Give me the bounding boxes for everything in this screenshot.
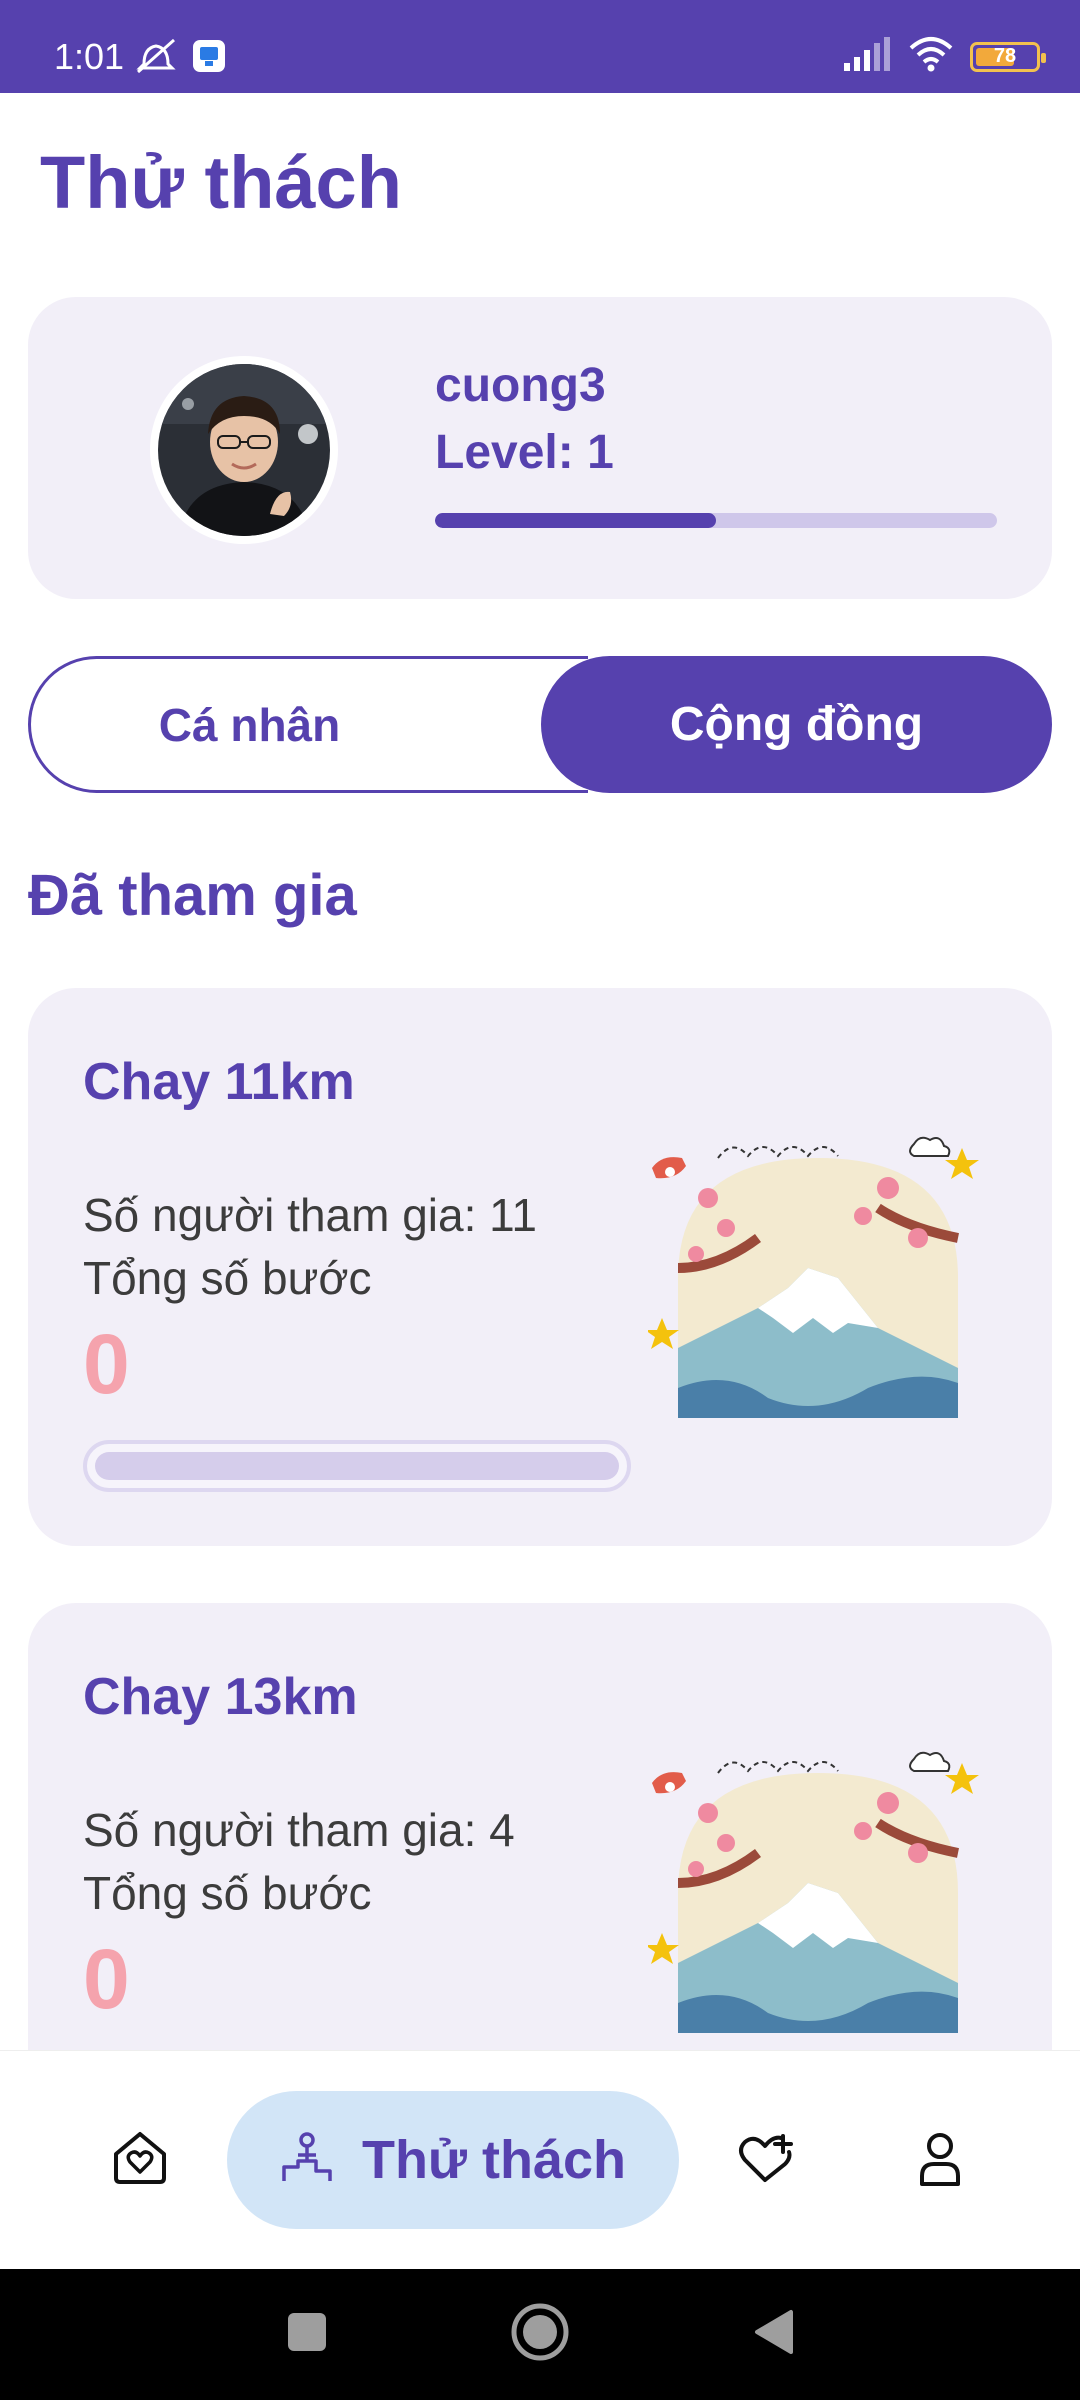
challenge-title: Chay 11km bbox=[83, 1053, 355, 1111]
status-bar: 1:01 78 bbox=[0, 0, 1080, 93]
tab-personal[interactable]: Cá nhân bbox=[28, 656, 588, 793]
challenge-title: Chay 13km bbox=[83, 1668, 358, 1726]
circle-icon bbox=[510, 2302, 570, 2367]
challenge-steps-label: Tổng số bước bbox=[83, 1252, 372, 1304]
challenge-participants: Số người tham gia: 4 bbox=[83, 1804, 515, 1856]
nav-challenge-label: Thử thách bbox=[361, 2130, 627, 2190]
page-title: Thử thách bbox=[40, 141, 402, 224]
home-button[interactable] bbox=[503, 2269, 577, 2400]
battery-icon: 78 bbox=[970, 41, 1046, 72]
nav-home[interactable] bbox=[100, 2051, 180, 2270]
wifi-icon bbox=[908, 36, 954, 77]
avatar[interactable] bbox=[150, 356, 338, 544]
level-progress-bar bbox=[435, 513, 997, 528]
level-label: Level: 1 bbox=[435, 426, 614, 479]
challenge-steps-value: 0 bbox=[83, 1932, 130, 2026]
system-navigation-bar bbox=[0, 2269, 1080, 2400]
tab-community-label: Cộng đồng bbox=[669, 698, 924, 751]
mountain-illustration bbox=[645, 1733, 988, 2053]
heart-plus-icon bbox=[735, 2128, 795, 2193]
tab-switcher: Cá nhân Cộng đồng bbox=[28, 656, 1052, 793]
nav-challenge[interactable]: Thử thách bbox=[227, 2091, 679, 2229]
username: cuong3 bbox=[435, 359, 606, 412]
nav-health[interactable] bbox=[725, 2051, 805, 2270]
challenge-progress-bar bbox=[83, 1440, 631, 1492]
bottom-navigation: Thử thách bbox=[0, 2050, 1080, 2269]
level-progress-fill bbox=[435, 513, 716, 528]
signal-icon bbox=[842, 37, 892, 76]
app-notification-icon bbox=[192, 39, 226, 78]
tab-community[interactable]: Cộng đồng bbox=[541, 656, 1052, 793]
user-icon bbox=[910, 2128, 970, 2193]
nav-profile[interactable] bbox=[900, 2051, 980, 2270]
tab-personal-label: Cá nhân bbox=[158, 698, 341, 751]
section-title: Đã tham gia bbox=[28, 863, 357, 928]
home-heart-icon bbox=[110, 2128, 170, 2193]
challenge-card[interactable]: Chay 11km Số người tham gia: 11 Tổng số … bbox=[28, 988, 1052, 1546]
status-time: 1:01 bbox=[54, 36, 125, 77]
square-icon bbox=[287, 2312, 327, 2357]
back-button[interactable] bbox=[736, 2269, 810, 2400]
challenge-podium-icon bbox=[280, 2131, 334, 2190]
challenge-participants: Số người tham gia: 11 bbox=[83, 1189, 537, 1241]
challenge-steps-value: 0 bbox=[83, 1317, 130, 1411]
challenge-progress-fill bbox=[95, 1452, 619, 1480]
recents-button[interactable] bbox=[270, 2269, 344, 2400]
mountain-illustration bbox=[645, 1118, 988, 1438]
challenge-steps-label: Tổng số bước bbox=[83, 1867, 372, 1919]
battery-level: 78 bbox=[993, 45, 1017, 67]
mute-alarm-icon bbox=[134, 38, 178, 79]
back-triangle-icon bbox=[751, 2308, 795, 2361]
